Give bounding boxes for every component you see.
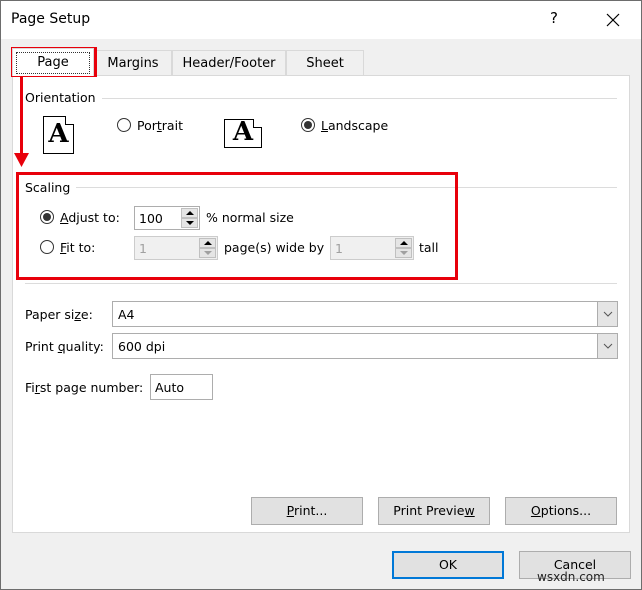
scaling-highlight: [16, 172, 458, 280]
portrait-radio[interactable]: [117, 118, 131, 132]
landscape-label[interactable]: Landscape: [321, 118, 388, 133]
paper-size-label: Paper size:: [25, 307, 93, 322]
tab-page-label: Page: [16, 52, 90, 74]
orientation-divider: [93, 98, 617, 99]
annotation-arrow-head-icon: [14, 153, 29, 167]
close-button[interactable]: [601, 9, 625, 31]
first-page-number-input[interactable]: Auto: [150, 374, 213, 400]
first-page-number-label: First page number:: [25, 380, 144, 395]
print-quality-label: Print quality:: [25, 339, 104, 354]
options-button[interactable]: Options...: [505, 497, 617, 525]
paper-size-dropdown-button[interactable]: [597, 302, 617, 326]
chevron-down-icon: [603, 343, 613, 349]
page-setup-dialog: Page Setup ? Page Margins Header/Footer …: [0, 0, 642, 590]
portrait-page-icon: A: [43, 116, 74, 154]
print-quality-dropdown-button[interactable]: [597, 334, 617, 358]
scaling-bottom-divider: [25, 283, 617, 284]
annotation-arrow-shaft: [20, 77, 23, 157]
help-button[interactable]: ?: [542, 9, 566, 31]
tab-margins[interactable]: Margins: [94, 50, 172, 76]
print-quality-value: 600 dpi: [118, 339, 166, 354]
portrait-label[interactable]: Portrait: [137, 118, 183, 133]
print-preview-button[interactable]: Print Preview: [378, 497, 490, 525]
title-bar: Page Setup ?: [1, 1, 641, 39]
landscape-radio[interactable]: [301, 118, 315, 132]
close-icon: [606, 13, 620, 27]
first-page-number-value[interactable]: Auto: [155, 380, 184, 395]
dialog-title: Page Setup: [11, 11, 91, 27]
paper-size-value: A4: [118, 307, 135, 322]
page-tab-panel: Orientation A Portrait A Landscape Scali…: [12, 75, 630, 533]
chevron-down-icon: [603, 311, 613, 317]
paper-size-select[interactable]: A4: [112, 301, 618, 327]
print-button[interactable]: Print...: [251, 497, 363, 525]
tab-sheet[interactable]: Sheet: [286, 50, 364, 76]
tab-header-footer[interactable]: Header/Footer: [172, 50, 286, 76]
ok-button[interactable]: OK: [392, 551, 504, 579]
orientation-group-label: Orientation: [25, 90, 102, 105]
tab-page[interactable]: Page: [12, 48, 94, 76]
print-quality-select[interactable]: 600 dpi: [112, 333, 618, 359]
landscape-page-icon: A: [224, 117, 262, 148]
watermark: wsxdn.com: [537, 570, 605, 584]
